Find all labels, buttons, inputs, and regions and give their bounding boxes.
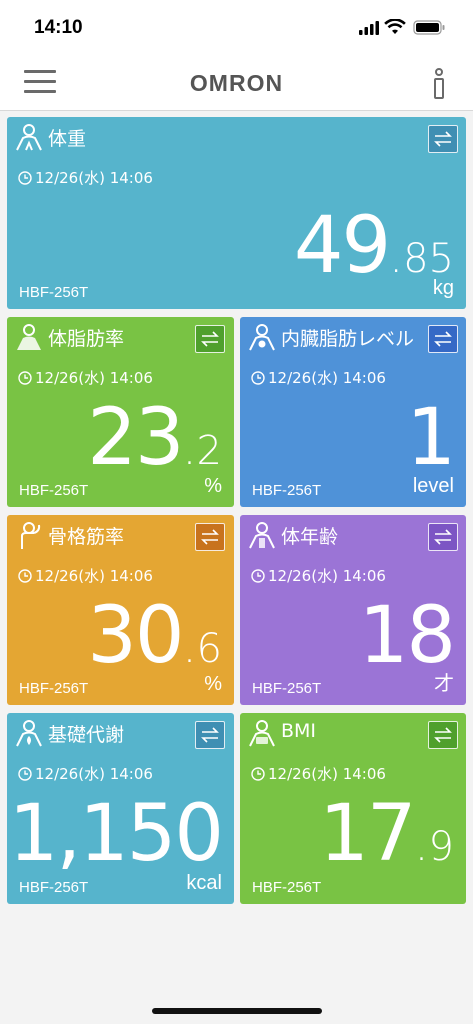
swap-button[interactable] [428, 325, 458, 353]
card-title: 基礎代謝 [48, 724, 125, 746]
swap-arrows-icon [434, 727, 452, 743]
flexing-arm-icon [21, 522, 41, 549]
info-icon [434, 68, 444, 99]
swap-button[interactable] [428, 721, 458, 749]
measurement-time: 12/26(水) 14:06 [251, 367, 386, 388]
measurement-value: 49.85 [293, 201, 454, 291]
person-icon [16, 720, 42, 747]
swap-arrows-icon [201, 529, 219, 545]
card-visceral-fat[interactable]: 内臓脂肪レベル 12/26(水) 14:06 1 HBF-256T level [240, 317, 466, 507]
unit-label: 才 [434, 673, 454, 695]
clock-icon [18, 766, 32, 781]
status-icons [359, 18, 447, 41]
card-skeletal-muscle[interactable]: 骨格筋率 12/26(水) 14:06 30.6 HBF-256T % [7, 515, 234, 705]
device-model: HBF-256T [19, 482, 89, 499]
swap-arrows-icon [201, 727, 219, 743]
swap-button[interactable] [428, 125, 458, 153]
unit-label: kg [432, 277, 454, 299]
battery-icon [413, 20, 445, 35]
device-model: HBF-256T [19, 879, 89, 896]
clock-icon [18, 170, 32, 185]
card-title: 内臓脂肪レベル [281, 328, 415, 350]
wifi-icon [384, 18, 406, 34]
measurement-time: 12/26(水) 14:06 [18, 763, 153, 784]
status-bar: 14:10 [0, 0, 473, 58]
measurement-time: 12/26(水) 14:06 [251, 565, 386, 586]
card-weight[interactable]: 体重 12/26(水) 14:06 49.85 HBF-256T kg [7, 117, 466, 309]
measurement-time: 12/26(水) 14:06 [18, 565, 153, 586]
measurement-value: 23.2 [87, 393, 222, 483]
card-title: BMI [281, 720, 317, 742]
unit-label: % [204, 673, 222, 695]
measurement-time: 12/26(水) 14:06 [18, 367, 153, 388]
clock-icon [18, 370, 32, 385]
home-indicator[interactable] [152, 1008, 322, 1014]
person-icon [17, 324, 41, 350]
unit-label: level [412, 475, 454, 497]
measurement-value: 30.6 [87, 591, 222, 681]
nav-bar: OMRON [0, 58, 473, 111]
swap-button[interactable] [195, 325, 225, 353]
device-model: HBF-256T [252, 879, 322, 896]
card-body-fat[interactable]: 体脂肪率 12/26(水) 14:06 23.2 HBF-256T % [7, 317, 234, 507]
omron-logo: OMRON [189, 70, 284, 96]
measurement-value: 17.9 [319, 789, 454, 879]
swap-arrows-icon [434, 331, 452, 347]
measurement-value: 1,150 [8, 789, 224, 879]
swap-button[interactable] [428, 523, 458, 551]
status-time: 14:10 [34, 17, 83, 38]
info-button[interactable] [431, 66, 447, 102]
cellular-signal-icon [359, 21, 379, 35]
clock-icon [251, 370, 265, 385]
card-title: 体脂肪率 [48, 328, 125, 350]
swap-arrows-icon [434, 529, 452, 545]
measurement-value: 18 [358, 591, 456, 681]
card-title: 骨格筋率 [48, 526, 125, 548]
card-title: 体重 [48, 128, 87, 150]
person-icon [249, 522, 275, 549]
clock-icon [251, 766, 265, 781]
person-icon [249, 720, 275, 747]
clock-icon [18, 568, 32, 583]
unit-label: kcal [186, 872, 222, 894]
measurement-time: 12/26(水) 14:06 [251, 763, 386, 784]
swap-arrows-icon [434, 131, 452, 147]
measurement-time: 12/26(水) 14:06 [18, 167, 153, 188]
card-body-age[interactable]: 体年齢 12/26(水) 14:06 18 HBF-256T 才 [240, 515, 466, 705]
unit-label: % [204, 475, 222, 497]
clock-icon [251, 568, 265, 583]
measurement-value: 1 [406, 393, 456, 483]
card-basal-metabolism[interactable]: 基礎代謝 12/26(水) 14:06 1,150 HBF-256T kcal [7, 713, 234, 904]
device-model: HBF-256T [252, 680, 322, 697]
swap-button[interactable] [195, 523, 225, 551]
person-icon [249, 324, 275, 351]
device-model: HBF-256T [19, 284, 89, 301]
card-title: 体年齢 [281, 526, 339, 548]
swap-arrows-icon [201, 331, 219, 347]
swap-button[interactable] [195, 721, 225, 749]
device-model: HBF-256T [252, 482, 322, 499]
person-icon [16, 124, 42, 151]
card-bmi[interactable]: BMI 12/26(水) 14:06 17.9 HBF-256T [240, 713, 466, 904]
device-model: HBF-256T [19, 680, 89, 697]
